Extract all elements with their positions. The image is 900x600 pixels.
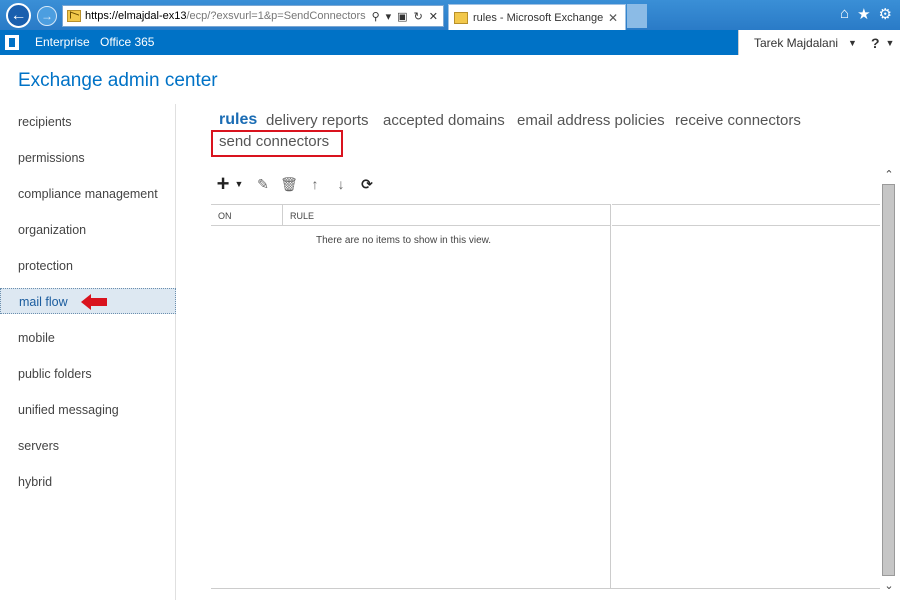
- empty-list-message: There are no items to show in this view.: [316, 235, 492, 246]
- nav-item-mobile[interactable]: mobile: [0, 325, 176, 351]
- url-path: /ecp/?exsvurl=1&p=SendConnectors: [186, 10, 366, 22]
- url-host: https://elmajdal-ex13: [85, 10, 187, 22]
- highlight-box: [211, 130, 343, 157]
- add-chevron-down-icon[interactable]: ▼: [234, 174, 244, 194]
- delete-icon[interactable]: 🗑: [278, 174, 300, 194]
- favorites-star-icon[interactable]: ★: [857, 5, 870, 23]
- scroll-down-icon[interactable]: ⌄: [882, 579, 896, 593]
- chevron-down-icon[interactable]: ▼: [848, 38, 857, 48]
- nav-item-protection[interactable]: protection: [0, 253, 176, 279]
- suite-link-enterprise[interactable]: Enterprise: [35, 35, 90, 49]
- lock-icon[interactable]: ▣: [397, 10, 407, 23]
- stop-icon[interactable]: ✕: [429, 10, 438, 23]
- home-icon[interactable]: ⌂: [840, 5, 849, 23]
- search-icon[interactable]: ⚲: [372, 10, 380, 23]
- nav-item-hybrid[interactable]: hybrid: [0, 469, 176, 495]
- new-tab-button[interactable]: [627, 4, 647, 28]
- nav-item-permissions[interactable]: permissions: [0, 145, 176, 171]
- browser-tab[interactable]: rules - Microsoft Exchange ✕: [448, 4, 626, 30]
- list-toolbar: + ▼ ✎ 🗑 ↑ ↓ ⟳: [214, 171, 382, 196]
- user-menu[interactable]: Tarek Majdalani ▼ ? ▼: [738, 30, 900, 55]
- vertical-scrollbar[interactable]: ⌃ ⌄: [880, 168, 896, 596]
- help-icon[interactable]: ?: [871, 35, 880, 51]
- browser-tools: ⌂ ★ ⚙: [840, 5, 892, 23]
- page-title: Exchange admin center: [18, 70, 218, 91]
- nav-item-unified-messaging[interactable]: unified messaging: [0, 397, 176, 423]
- add-icon[interactable]: +: [214, 171, 232, 196]
- tab-rules[interactable]: rules: [219, 111, 257, 129]
- tab-title: rules - Microsoft Exchange: [473, 11, 604, 24]
- list-header: ON RULE: [211, 204, 611, 226]
- column-divider: [282, 205, 283, 226]
- scroll-up-icon[interactable]: ⌃: [882, 168, 896, 182]
- scroll-thumb[interactable]: [882, 184, 895, 576]
- user-name[interactable]: Tarek Majdalani: [754, 36, 838, 50]
- browser-chrome: ← → https://elmajdal-ex13 /ecp/?exsvurl=…: [0, 0, 900, 30]
- tab-favicon-icon: [454, 11, 468, 24]
- nav-item-compliance-management[interactable]: compliance management: [0, 181, 176, 207]
- tab-email-address-policies[interactable]: email address policies: [517, 112, 665, 129]
- address-bar-icons: ⚲ ▾ ▣ ↻ ✕: [372, 10, 443, 23]
- nav-item-recipients[interactable]: recipients: [0, 109, 176, 135]
- nav-item-mail-flow-label: mail flow: [19, 295, 68, 309]
- address-bar[interactable]: https://elmajdal-ex13 /ecp/?exsvurl=1&p=…: [62, 5, 444, 27]
- refresh-icon[interactable]: ⟳: [356, 174, 378, 194]
- move-up-icon[interactable]: ↑: [304, 174, 326, 194]
- rules-list: ON RULE There are no items to show in th…: [211, 204, 611, 588]
- dropdown-icon[interactable]: ▾: [386, 10, 392, 23]
- move-down-icon[interactable]: ↓: [330, 174, 352, 194]
- column-header-rule[interactable]: RULE: [290, 211, 314, 221]
- details-pane: [612, 204, 880, 588]
- tab-receive-connectors[interactable]: receive connectors: [675, 112, 801, 129]
- back-arrow-icon[interactable]: ←: [6, 3, 31, 28]
- exchange-favicon-icon: [67, 10, 81, 22]
- tab-delivery-reports[interactable]: delivery reports: [266, 112, 369, 129]
- left-nav: recipients permissions compliance manage…: [0, 104, 176, 600]
- forward-arrow-icon[interactable]: →: [37, 6, 57, 26]
- refresh-page-icon[interactable]: ↻: [414, 10, 423, 23]
- suite-link-office365[interactable]: Office 365: [100, 35, 154, 49]
- tab-accepted-domains[interactable]: accepted domains: [383, 112, 505, 129]
- settings-gear-icon[interactable]: ⚙: [879, 5, 892, 23]
- nav-item-organization[interactable]: organization: [0, 217, 176, 243]
- red-arrow-icon: [81, 294, 107, 310]
- edit-icon[interactable]: ✎: [252, 174, 274, 194]
- column-header-on[interactable]: ON: [218, 211, 232, 221]
- office-logo-icon[interactable]: [5, 35, 19, 50]
- nav-item-mail-flow[interactable]: mail flow: [0, 288, 176, 314]
- nav-item-servers[interactable]: servers: [0, 433, 176, 459]
- nav-item-public-folders[interactable]: public folders: [0, 361, 176, 387]
- tab-close-icon[interactable]: ✕: [608, 11, 618, 25]
- list-bottom-border: [211, 588, 880, 589]
- help-chevron-down-icon[interactable]: ▼: [886, 38, 895, 48]
- details-header: [612, 204, 880, 226]
